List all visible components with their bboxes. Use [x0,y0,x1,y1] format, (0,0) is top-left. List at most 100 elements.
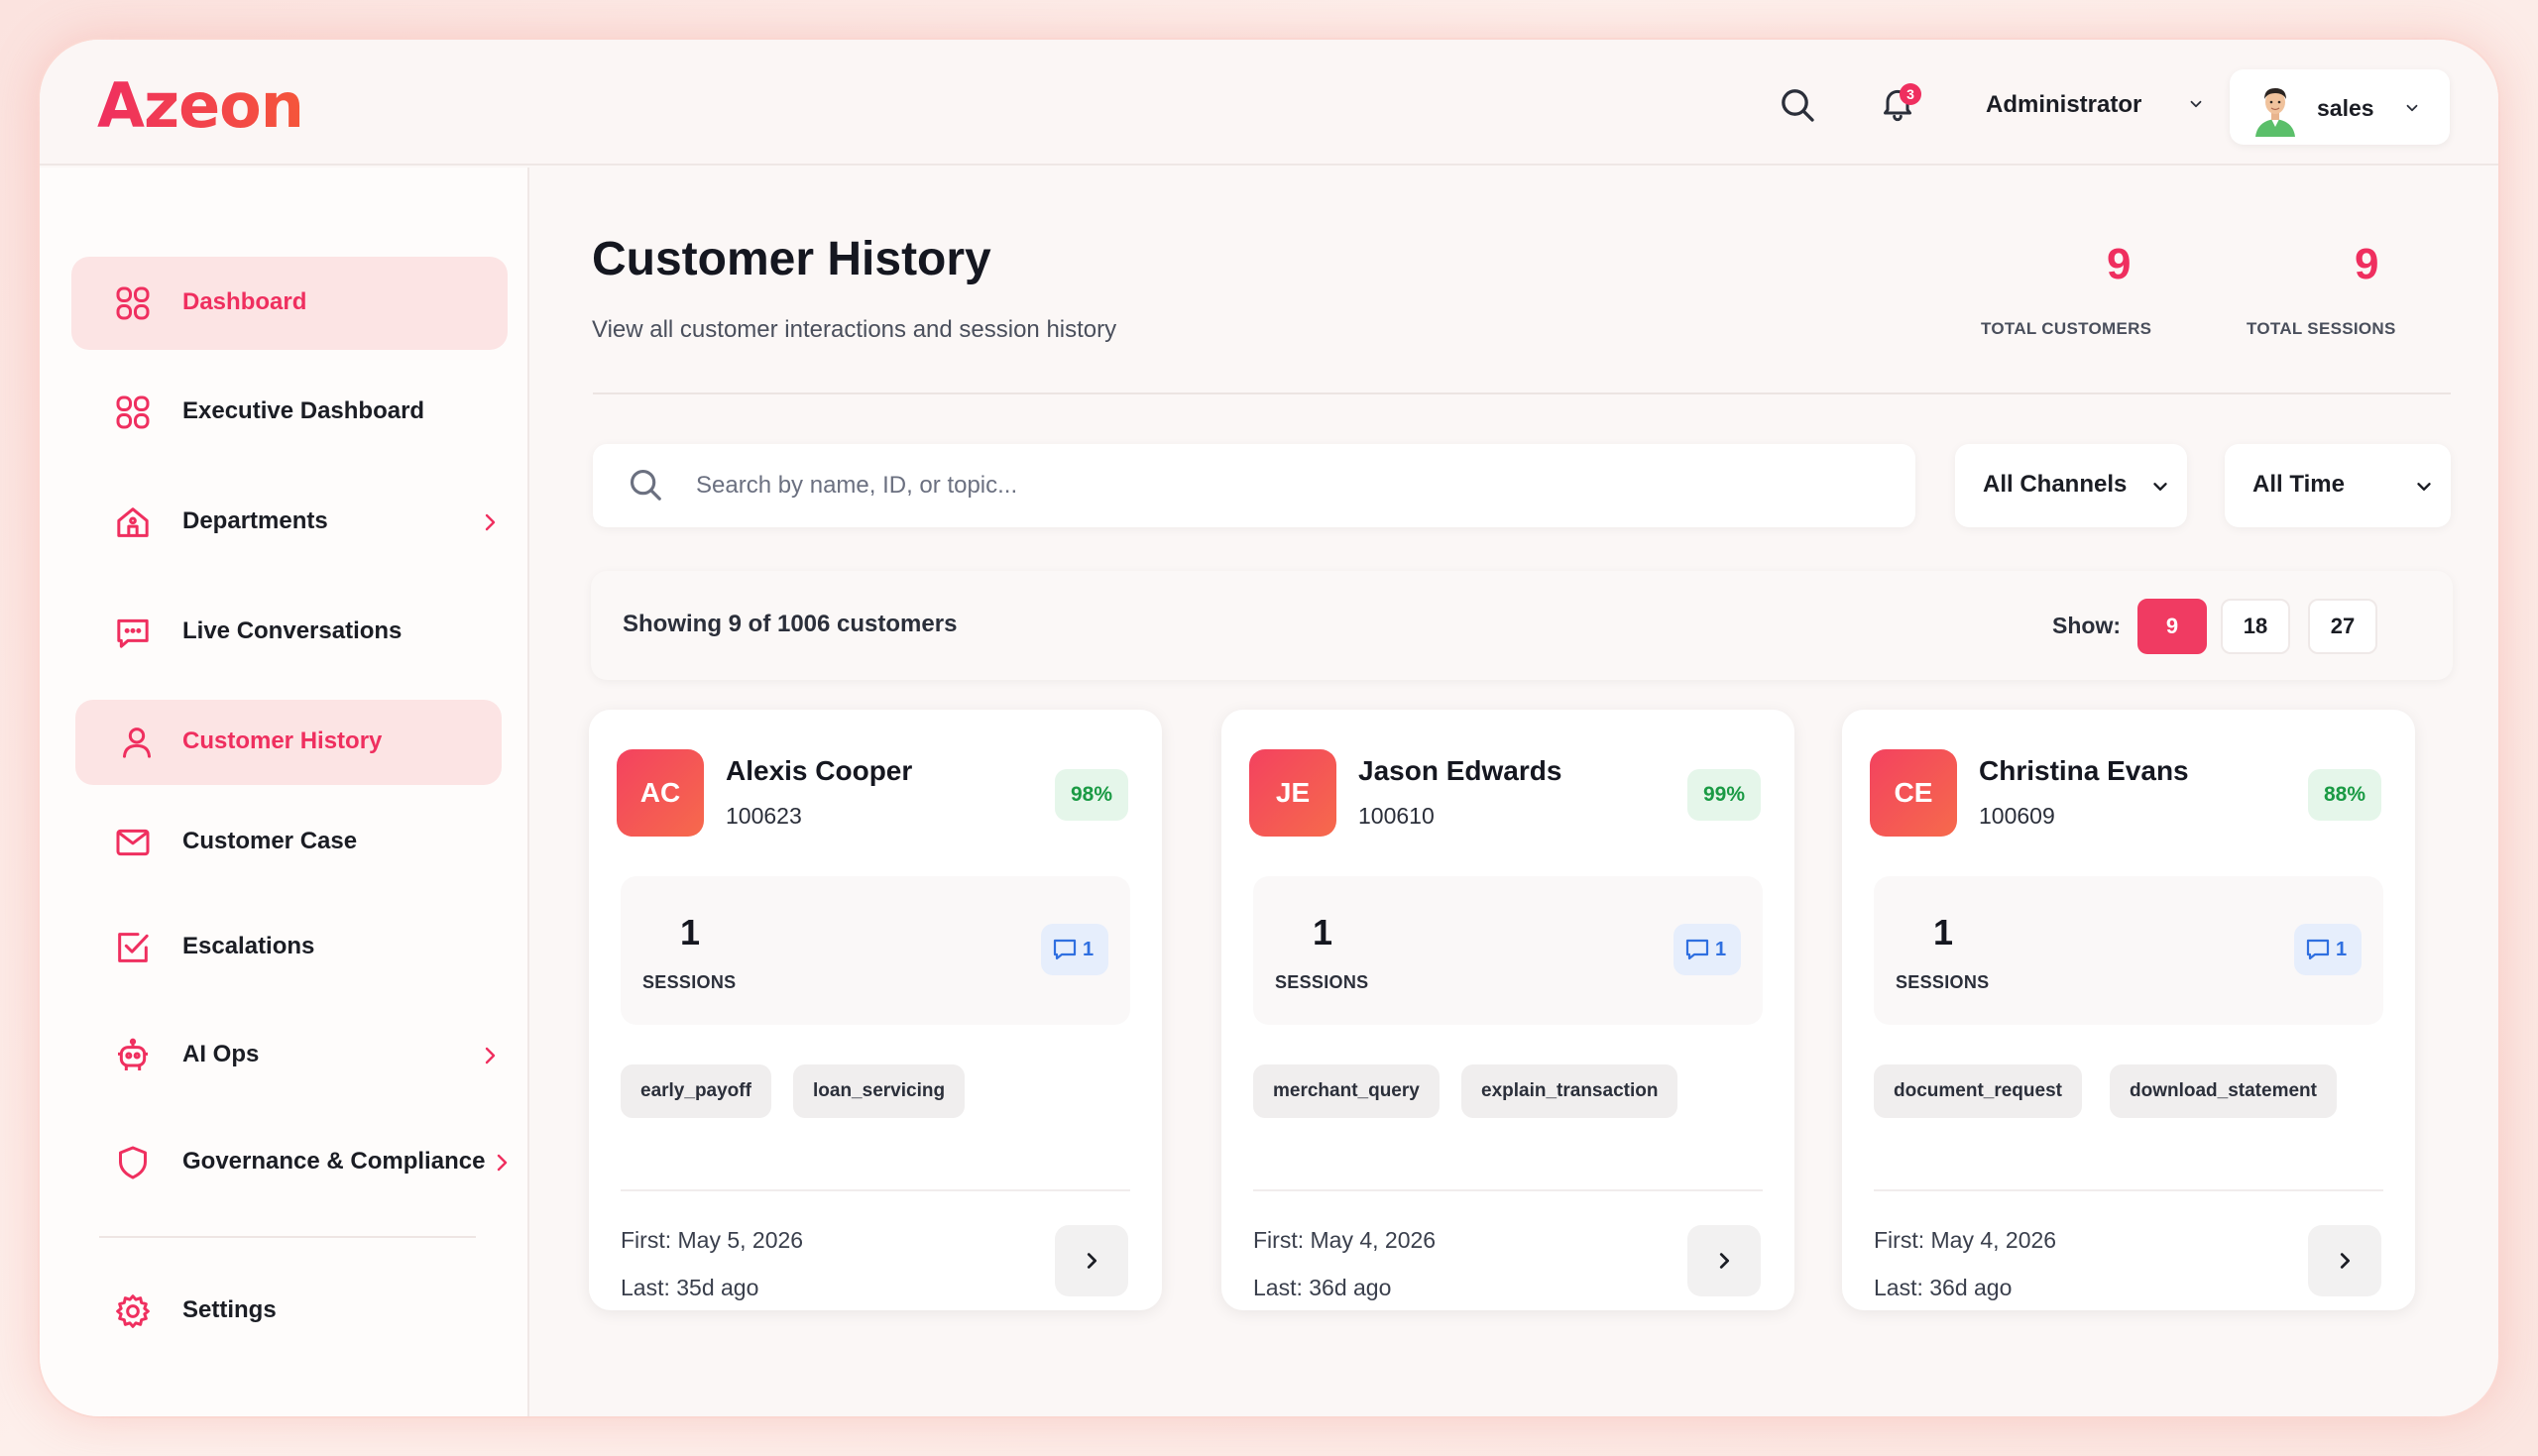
sessions-panel: 1 SESSIONS 1 [621,876,1130,1025]
sidebar-item-escalations[interactable]: Escalations [71,901,508,994]
chevron-right-icon [2340,1253,2351,1269]
message-count: 1 [1715,939,1727,960]
message-count: 1 [2336,939,2348,960]
first-seen: First: May 4, 2026 [1253,1227,1437,1253]
first-seen: First: May 5, 2026 [621,1227,804,1253]
header-divider [593,392,2451,394]
page-size-9-button[interactable]: 9 [2137,599,2207,654]
page-size-label: Show: [2052,613,2121,638]
chevron-right-icon[interactable] [478,510,502,534]
open-customer-button[interactable] [2308,1225,2381,1296]
chevron-down-icon [2153,483,2167,491]
search-field[interactable] [593,444,1915,527]
chevron-right-icon[interactable] [478,1044,502,1067]
robot-icon [118,1038,148,1070]
customer-card[interactable]: CE Christina Evans 100609 88% 1 SESSIONS… [1842,710,2415,1310]
topic-tag: merchant_query [1253,1064,1440,1118]
sidebar-item-customer-case[interactable]: Customer Case [71,796,508,889]
check-square-icon [118,933,149,962]
mail-icon [116,829,150,856]
sidebar-item-label: Customer Case [182,828,358,854]
sidebar-item-governance-compliance[interactable]: Governance & Compliance [71,1116,508,1209]
sidebar-item-live-conversations[interactable]: Live Conversations [71,586,508,679]
first-seen: First: May 4, 2026 [1874,1227,2057,1253]
customer-avatar: CE [1870,749,1957,837]
chevron-right-icon [1087,1253,1097,1269]
sidebar-item-label: Escalations [182,933,315,959]
chevron-down-icon [2406,104,2418,112]
sessions-panel: 1 SESSIONS 1 [1874,876,2383,1025]
last-seen: Last: 36d ago [1874,1275,2013,1300]
time-select[interactable]: All Time [2225,444,2451,527]
sessions-count: 1 [1313,912,1333,952]
open-customer-button[interactable] [1055,1225,1128,1296]
message-icon [1685,939,1709,960]
customer-name: Alexis Cooper [726,755,913,786]
message-count-badge: 1 [1673,924,1741,975]
sidebar-item-label: Live Conversations [182,617,403,644]
topic-tag: early_payoff [621,1064,771,1118]
results-bar: Showing 9 of 1006 customers Show: 9 18 2… [591,571,2453,680]
top-header: Azeon 3 Administrator sales [40,40,2498,166]
sidebar-item-departments[interactable]: Departments [71,476,508,569]
topic-tag: download_statement [2110,1064,2337,1118]
gear-icon [116,1294,150,1328]
message-icon [2306,939,2330,960]
chevron-right-icon[interactable] [490,1151,514,1175]
page-size-18-button[interactable]: 18 [2221,599,2290,654]
shield-icon [119,1146,147,1179]
customer-card[interactable]: AC Alexis Cooper 100623 98% 1 SESSIONS 1… [589,710,1162,1310]
customer-card[interactable]: JE Jason Edwards 100610 99% 1 SESSIONS 1… [1221,710,1794,1310]
card-divider [1253,1189,1763,1191]
sessions-count: 1 [680,912,701,952]
avatar [2255,88,2295,137]
user-menu-button[interactable]: sales [2230,69,2450,145]
role-selector-label[interactable]: Administrator [1986,91,2141,119]
channel-select-value: All Channels [1983,471,2128,498]
message-icon [1053,939,1077,960]
message-count: 1 [1083,939,1095,960]
customer-id: 100610 [1358,803,1435,829]
app-window: Azeon 3 Administrator sales Dashboard Ex… [40,40,2498,1416]
sessions-label: SESSIONS [642,972,737,992]
chevron-down-icon[interactable] [2187,95,2205,113]
last-seen: Last: 36d ago [1253,1275,1392,1300]
grid-icon [116,286,150,320]
sidebar-item-label: AI Ops [182,1041,260,1067]
sidebar-item-executive-dashboard[interactable]: Executive Dashboard [71,366,508,459]
total-sessions-value: 9 [2355,240,2379,288]
topic-tag: loan_servicing [793,1064,966,1118]
chevron-down-icon [2417,483,2431,491]
sidebar-item-ai-ops[interactable]: AI Ops [71,1009,508,1102]
sidebar-divider [99,1236,476,1238]
page-size-27-button[interactable]: 27 [2308,599,2377,654]
sidebar-item-customer-history[interactable]: Customer History [75,700,502,785]
page-title: Customer History [592,233,991,285]
customer-avatar: JE [1249,749,1336,837]
page-subtitle: View all customer interactions and sessi… [592,316,1117,343]
brand-logo[interactable]: Azeon [97,69,304,142]
score-badge: 98% [1055,769,1128,821]
sidebar-item-dashboard[interactable]: Dashboard [71,257,508,350]
sidebar-item-label: Governance & Compliance [182,1148,486,1175]
topic-tag: document_request [1874,1064,2082,1118]
open-customer-button[interactable] [1687,1225,1761,1296]
sidebar-item-settings[interactable]: Settings [71,1265,508,1358]
search-icon[interactable] [1778,85,1817,125]
search-input[interactable] [696,462,1886,509]
sidebar-item-label: Executive Dashboard [182,397,425,424]
sidebar-item-label: Customer History [182,728,383,754]
card-divider [621,1189,1130,1191]
customer-name: Jason Edwards [1358,755,1562,786]
notification-badge: 3 [1900,83,1921,105]
chat-icon [117,618,149,648]
total-sessions-label: TOTAL SESSIONS [2247,319,2396,338]
customer-id: 100609 [1979,803,2055,829]
total-customers-label: TOTAL CUSTOMERS [1981,319,2152,338]
building-icon [117,507,149,537]
channel-select[interactable]: All Channels [1955,444,2187,527]
sidebar-item-label: Departments [182,507,328,534]
score-badge: 99% [1687,769,1761,821]
last-seen: Last: 35d ago [621,1275,759,1300]
search-icon [630,469,661,501]
